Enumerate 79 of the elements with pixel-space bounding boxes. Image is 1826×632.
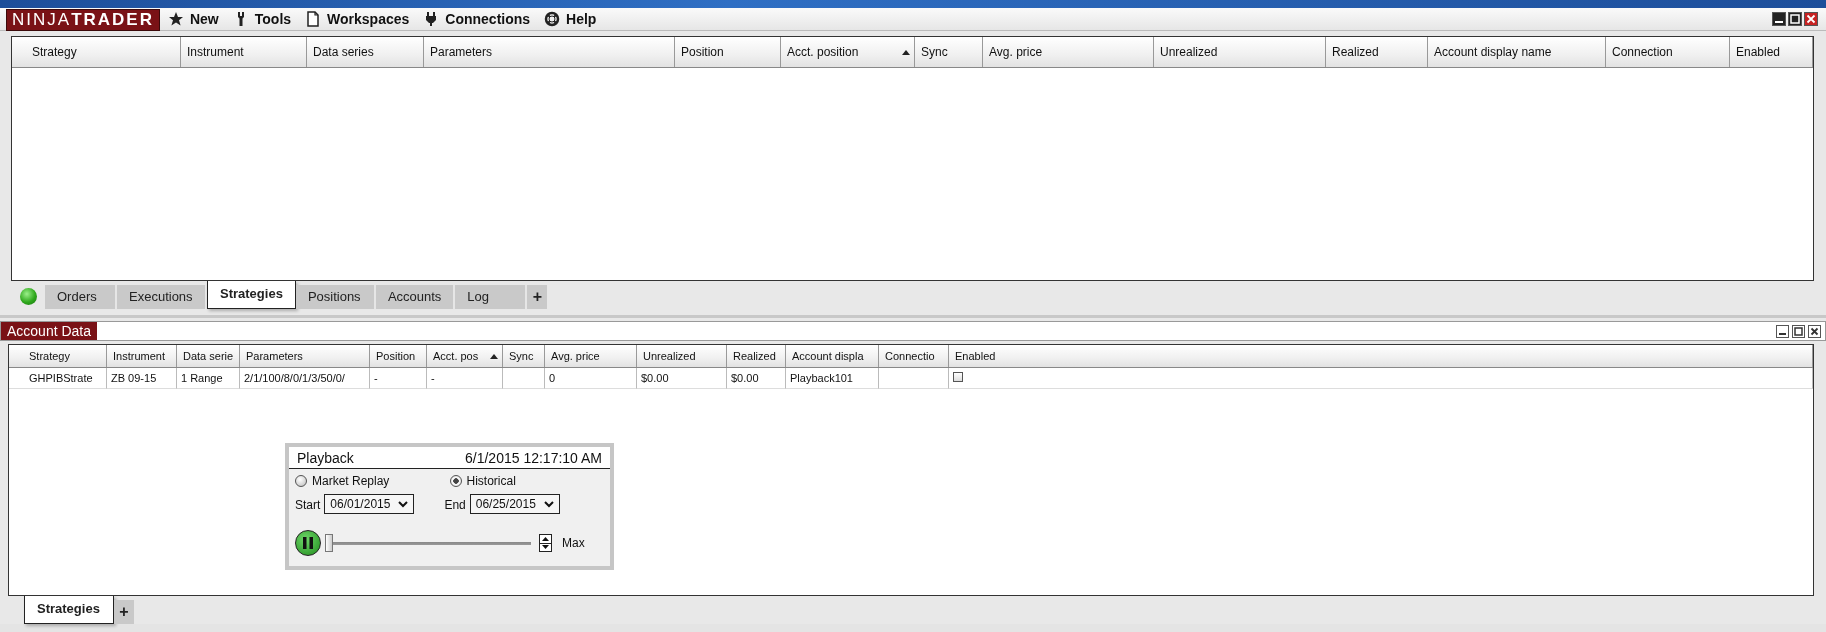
column-header[interactable]: Position [370, 345, 427, 367]
tab[interactable]: Orders [45, 285, 117, 309]
radio-button[interactable]: Historical [449, 474, 604, 488]
lifebuoy-icon [544, 11, 561, 27]
column-header[interactable]: Connection [1606, 37, 1730, 67]
column-header[interactable]: Account display name [1428, 37, 1606, 67]
radio-button[interactable]: Market Replay [295, 474, 450, 488]
timestamp: 6/1/2015 12:17:10 AM [465, 450, 602, 466]
menu-item[interactable]: Help [566, 11, 597, 27]
column-header[interactable]: Avg. price [545, 345, 637, 367]
table-cell: Playback101 [786, 368, 879, 389]
panel-title: Playback [297, 450, 354, 466]
app-logo: NINJATRADER [6, 8, 160, 31]
table-cell: - [370, 368, 427, 389]
page-icon [305, 11, 322, 27]
tab[interactable]: Accounts [375, 285, 456, 309]
column-header[interactable]: Sync [503, 345, 545, 367]
table-cell: GHPIBStrate [9, 368, 107, 389]
connection-status-icon [20, 288, 37, 305]
add-tab-button[interactable]: + [527, 285, 548, 309]
maximize-icon[interactable] [1792, 324, 1805, 338]
caret-icon [543, 500, 554, 508]
spinner[interactable] [539, 534, 552, 552]
column-header[interactable]: Realized [727, 345, 786, 367]
close-icon[interactable] [1804, 12, 1818, 26]
field-label: End [444, 498, 466, 512]
column-header[interactable]: Data serie [177, 345, 240, 367]
column-header[interactable]: Sync [915, 37, 983, 67]
menu-item[interactable]: Workspaces [327, 11, 410, 27]
column-header[interactable]: Data series [307, 37, 424, 67]
column-header[interactable]: Enabled [1730, 37, 1813, 67]
field-label: Start [295, 498, 321, 512]
table-cell: ZB 09-15 [107, 368, 177, 389]
column-header[interactable]: Account displa [786, 345, 879, 367]
tab[interactable]: Executions [117, 285, 207, 309]
date-dropdown[interactable]: 06/25/2015 [469, 494, 560, 514]
column-header[interactable]: Strategy [12, 37, 181, 67]
menu-item[interactable]: Connections [445, 11, 531, 27]
minimize-icon[interactable] [1776, 324, 1789, 338]
table-cell: 2/1/100/8/0/1/3/50/0/ [240, 368, 370, 389]
checkbox[interactable] [953, 372, 963, 382]
column-header[interactable]: Unrealized [637, 345, 727, 367]
table-cell: $0.00 [727, 368, 786, 389]
tab[interactable]: Strategies [24, 596, 114, 624]
column-header[interactable]: Instrument [181, 37, 307, 67]
column-header[interactable]: Connectio [879, 345, 949, 367]
pause-icon [303, 537, 313, 549]
star-icon [167, 11, 184, 27]
table-cell: $0.00 [637, 368, 727, 389]
column-header[interactable]: Parameters [240, 345, 370, 367]
close-icon[interactable] [1808, 324, 1821, 338]
menu-item[interactable]: New [189, 11, 219, 27]
tab[interactable]: Log [455, 285, 528, 309]
caret-icon [398, 500, 409, 508]
slider-thumb[interactable] [325, 534, 333, 552]
tab[interactable]: Positions [295, 285, 376, 309]
add-tab-button[interactable]: + [114, 600, 134, 624]
panel-title: Account Data [1, 322, 98, 340]
column-header[interactable]: Realized [1326, 37, 1428, 67]
column-header[interactable]: Parameters [424, 37, 675, 67]
date-dropdown[interactable]: 06/01/2015 [324, 494, 415, 514]
column-header[interactable]: Enabled [949, 345, 1813, 367]
table-cell: - [427, 368, 503, 389]
column-header[interactable]: Unrealized [1154, 37, 1326, 67]
table-cell: 1 Range [177, 368, 240, 389]
column-header[interactable]: Position [675, 37, 781, 67]
column-header[interactable]: Strategy [9, 345, 107, 367]
minimize-icon[interactable] [1772, 12, 1786, 26]
column-header[interactable]: Acct. position [781, 37, 915, 67]
column-header[interactable]: Instrument [107, 345, 177, 367]
table-cell [503, 368, 545, 389]
column-header[interactable]: Avg. price [983, 37, 1154, 67]
table-cell: 0 [545, 368, 637, 389]
menu-item[interactable]: Tools [254, 11, 292, 27]
pause-button[interactable] [295, 530, 321, 556]
maximize-icon[interactable] [1788, 12, 1802, 26]
column-header[interactable]: Acct. pos [427, 345, 503, 367]
speed-label: Max [562, 536, 585, 550]
tab[interactable]: Strategies [207, 281, 296, 309]
